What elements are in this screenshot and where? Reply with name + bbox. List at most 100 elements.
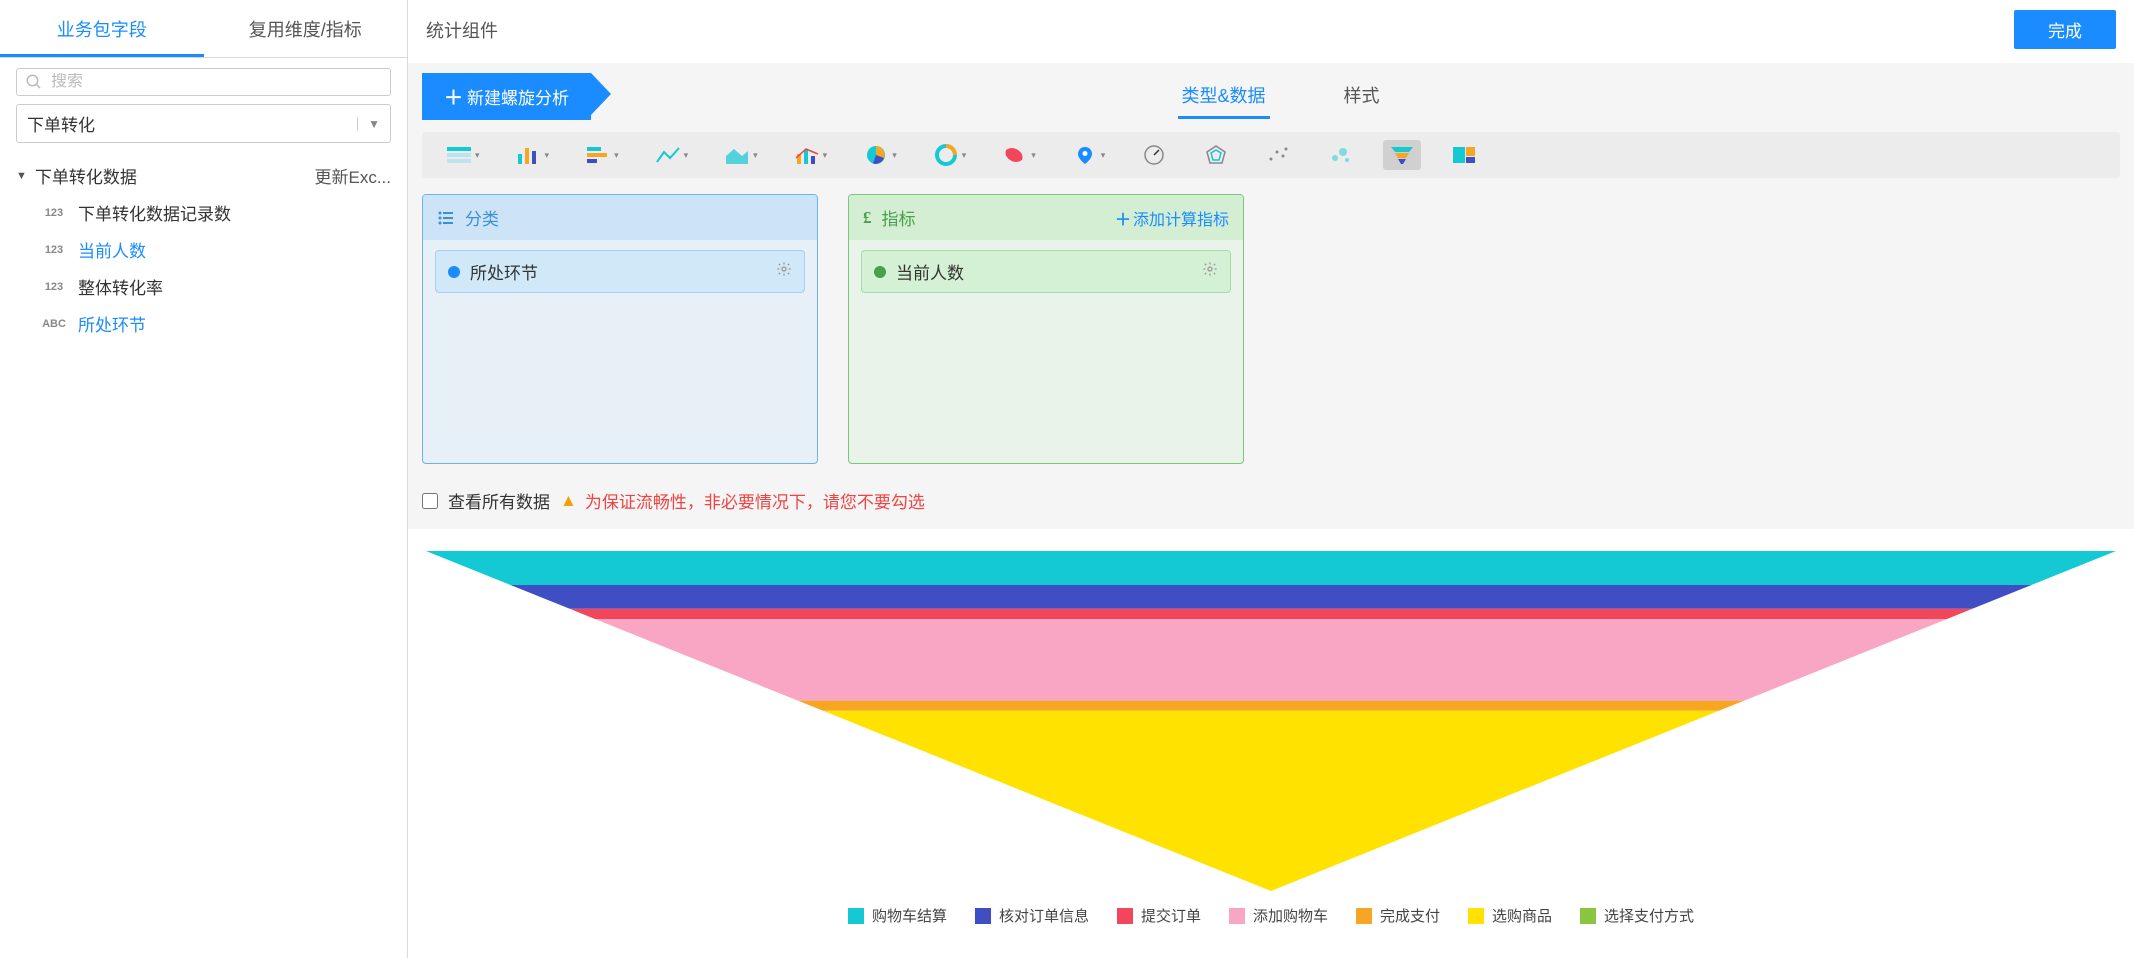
chart-type-area[interactable]: ▾ bbox=[718, 140, 764, 170]
category-chip-label: 所处环节 bbox=[470, 259, 538, 284]
tab-reuse[interactable]: 复用维度/指标 bbox=[204, 4, 408, 57]
legend-label: 添加购物车 bbox=[1253, 905, 1328, 926]
field-item[interactable]: 123 下单转化数据记录数 bbox=[40, 194, 391, 231]
chart-type-gis[interactable]: ▾ bbox=[1066, 140, 1112, 170]
field-label: 整体转化率 bbox=[78, 274, 163, 299]
category-title: 分类 bbox=[465, 205, 499, 230]
chart-type-radar[interactable] bbox=[1197, 140, 1235, 170]
field-tree: ▼下单转化数据 更新Exc... 123下单转化数据记录数123当前人数123整… bbox=[0, 151, 407, 358]
metric-chip-label: 当前人数 bbox=[896, 259, 964, 284]
caret-icon: ▾ bbox=[1031, 150, 1036, 161]
caret-icon: ▾ bbox=[962, 150, 967, 161]
legend-item[interactable]: 核对订单信息 bbox=[975, 905, 1089, 926]
field-type-badge: 123 bbox=[40, 281, 68, 293]
chart-type-scatter[interactable] bbox=[1259, 140, 1297, 170]
funnel-segment[interactable] bbox=[823, 711, 1719, 891]
plus-icon: ＋ bbox=[1115, 206, 1131, 230]
legend-label: 选择支付方式 bbox=[1604, 905, 1694, 926]
metric-chip[interactable]: 当前人数 bbox=[861, 250, 1231, 293]
search-input[interactable] bbox=[51, 73, 382, 91]
legend-swatch bbox=[848, 908, 864, 924]
new-spiral-label: 新建螺旋分析 bbox=[467, 84, 569, 109]
chart-type-combo[interactable]: ▾ bbox=[788, 140, 834, 170]
tab-fields[interactable]: 业务包字段 bbox=[0, 4, 204, 57]
tree-root-action[interactable]: 更新Exc... bbox=[314, 163, 391, 188]
done-button[interactable]: 完成 bbox=[2014, 10, 2116, 49]
caret-icon: ▾ bbox=[823, 150, 828, 161]
chart-type-bar[interactable]: ▾ bbox=[579, 140, 625, 170]
field-item[interactable]: 123当前人数 bbox=[40, 231, 391, 268]
chart-type-column[interactable]: ▾ bbox=[510, 140, 556, 170]
warning-icon: ▲ bbox=[560, 491, 577, 511]
tree-root[interactable]: ▼下单转化数据 更新Exc... bbox=[16, 157, 391, 194]
legend-label: 提交订单 bbox=[1141, 905, 1201, 926]
funnel-segment[interactable] bbox=[511, 585, 2032, 609]
funnel-segment[interactable] bbox=[798, 701, 1744, 711]
category-panel: 分类 所处环节 bbox=[422, 194, 818, 464]
dot-icon bbox=[448, 266, 460, 278]
caret-icon: ▾ bbox=[614, 150, 619, 161]
legend-item[interactable]: 添加购物车 bbox=[1229, 905, 1328, 926]
add-calc-label: 添加计算指标 bbox=[1133, 206, 1229, 230]
funnel-chart bbox=[426, 551, 2116, 891]
legend-item[interactable]: 购物车结算 bbox=[848, 905, 947, 926]
field-type-badge: 123 bbox=[40, 207, 68, 219]
legend-label: 核对订单信息 bbox=[999, 905, 1089, 926]
gear-icon[interactable] bbox=[776, 261, 792, 282]
legend-item[interactable]: 提交订单 bbox=[1117, 905, 1201, 926]
funnel-segment[interactable] bbox=[570, 609, 1973, 619]
metric-panel: £指标 ＋添加计算指标 当前人数 bbox=[848, 194, 1244, 464]
list-icon bbox=[437, 209, 455, 227]
chevron-down-icon: ▼ bbox=[357, 117, 380, 131]
caret-icon: ▾ bbox=[684, 150, 689, 161]
gear-icon[interactable] bbox=[1202, 261, 1218, 282]
field-label: 所处环节 bbox=[78, 311, 146, 336]
dataset-select[interactable]: 下单转化 ▼ bbox=[16, 104, 391, 143]
caret-icon: ▾ bbox=[475, 150, 480, 161]
funnel-segment[interactable] bbox=[426, 551, 2116, 585]
dot-icon bbox=[874, 266, 886, 278]
tab-style[interactable]: 样式 bbox=[1340, 74, 1384, 119]
chart-type-map[interactable]: ▾ bbox=[996, 140, 1042, 170]
chart-type-table[interactable]: ▾ bbox=[440, 140, 486, 170]
chart-preview: 购物车结算 核对订单信息 提交订单 添加购物车 完成支付 选购商品 选择支付方式 bbox=[408, 529, 2134, 958]
chart-type-bar: ▾ ▾ ▾ ▾ ▾ ▾ ▾ ▾ ▾ ▾ bbox=[422, 132, 2120, 178]
field-type-badge: ABC bbox=[40, 318, 68, 330]
tree-root-label: 下单转化数据 bbox=[35, 163, 137, 188]
main: 统计组件 完成 ＋ 新建螺旋分析 类型&数据 样式 ▾ ▾ ▾ ▾ ▾ bbox=[408, 0, 2134, 958]
legend-label: 选购商品 bbox=[1492, 905, 1552, 926]
new-spiral-button[interactable]: ＋ 新建螺旋分析 bbox=[422, 73, 591, 120]
legend-item[interactable]: 选购商品 bbox=[1468, 905, 1552, 926]
sidebar: 业务包字段 复用维度/指标 下单转化 ▼ ▼下单转化数据 更新Exc... 12… bbox=[0, 0, 408, 958]
legend-swatch bbox=[1468, 908, 1484, 924]
legend-item[interactable]: 选择支付方式 bbox=[1580, 905, 1694, 926]
caret-icon: ▾ bbox=[753, 150, 758, 161]
field-label: 下单转化数据记录数 bbox=[78, 200, 231, 225]
chart-type-bubble[interactable] bbox=[1321, 140, 1359, 170]
field-item[interactable]: ABC 所处环节 bbox=[40, 305, 391, 342]
caret-icon: ▾ bbox=[1101, 150, 1106, 161]
legend-item[interactable]: 完成支付 bbox=[1356, 905, 1440, 926]
tab-type-data[interactable]: 类型&数据 bbox=[1178, 74, 1270, 119]
funnel-segment[interactable] bbox=[595, 619, 1947, 701]
view-all-checkbox[interactable] bbox=[422, 493, 438, 509]
chart-type-donut[interactable]: ▾ bbox=[927, 140, 973, 170]
chart-type-pie[interactable]: ▾ bbox=[857, 140, 903, 170]
dataset-select-value: 下单转化 bbox=[27, 111, 95, 136]
add-calc-metric[interactable]: ＋添加计算指标 bbox=[1115, 206, 1229, 230]
chart-type-line[interactable]: ▾ bbox=[649, 140, 695, 170]
field-type-badge: 123 bbox=[40, 244, 68, 256]
plus-icon: ＋ bbox=[444, 83, 463, 110]
sidebar-tabs: 业务包字段 复用维度/指标 bbox=[0, 4, 407, 58]
search-box[interactable] bbox=[16, 68, 391, 96]
chart-type-funnel[interactable] bbox=[1383, 140, 1421, 170]
legend-swatch bbox=[1580, 908, 1596, 924]
chart-type-gauge[interactable] bbox=[1135, 140, 1173, 170]
legend-label: 购物车结算 bbox=[872, 905, 947, 926]
field-item[interactable]: 123 整体转化率 bbox=[40, 268, 391, 305]
legend-swatch bbox=[1229, 908, 1245, 924]
search-icon bbox=[25, 73, 43, 91]
legend-swatch bbox=[1117, 908, 1133, 924]
chart-type-treemap[interactable] bbox=[1445, 140, 1483, 170]
category-chip[interactable]: 所处环节 bbox=[435, 250, 805, 293]
